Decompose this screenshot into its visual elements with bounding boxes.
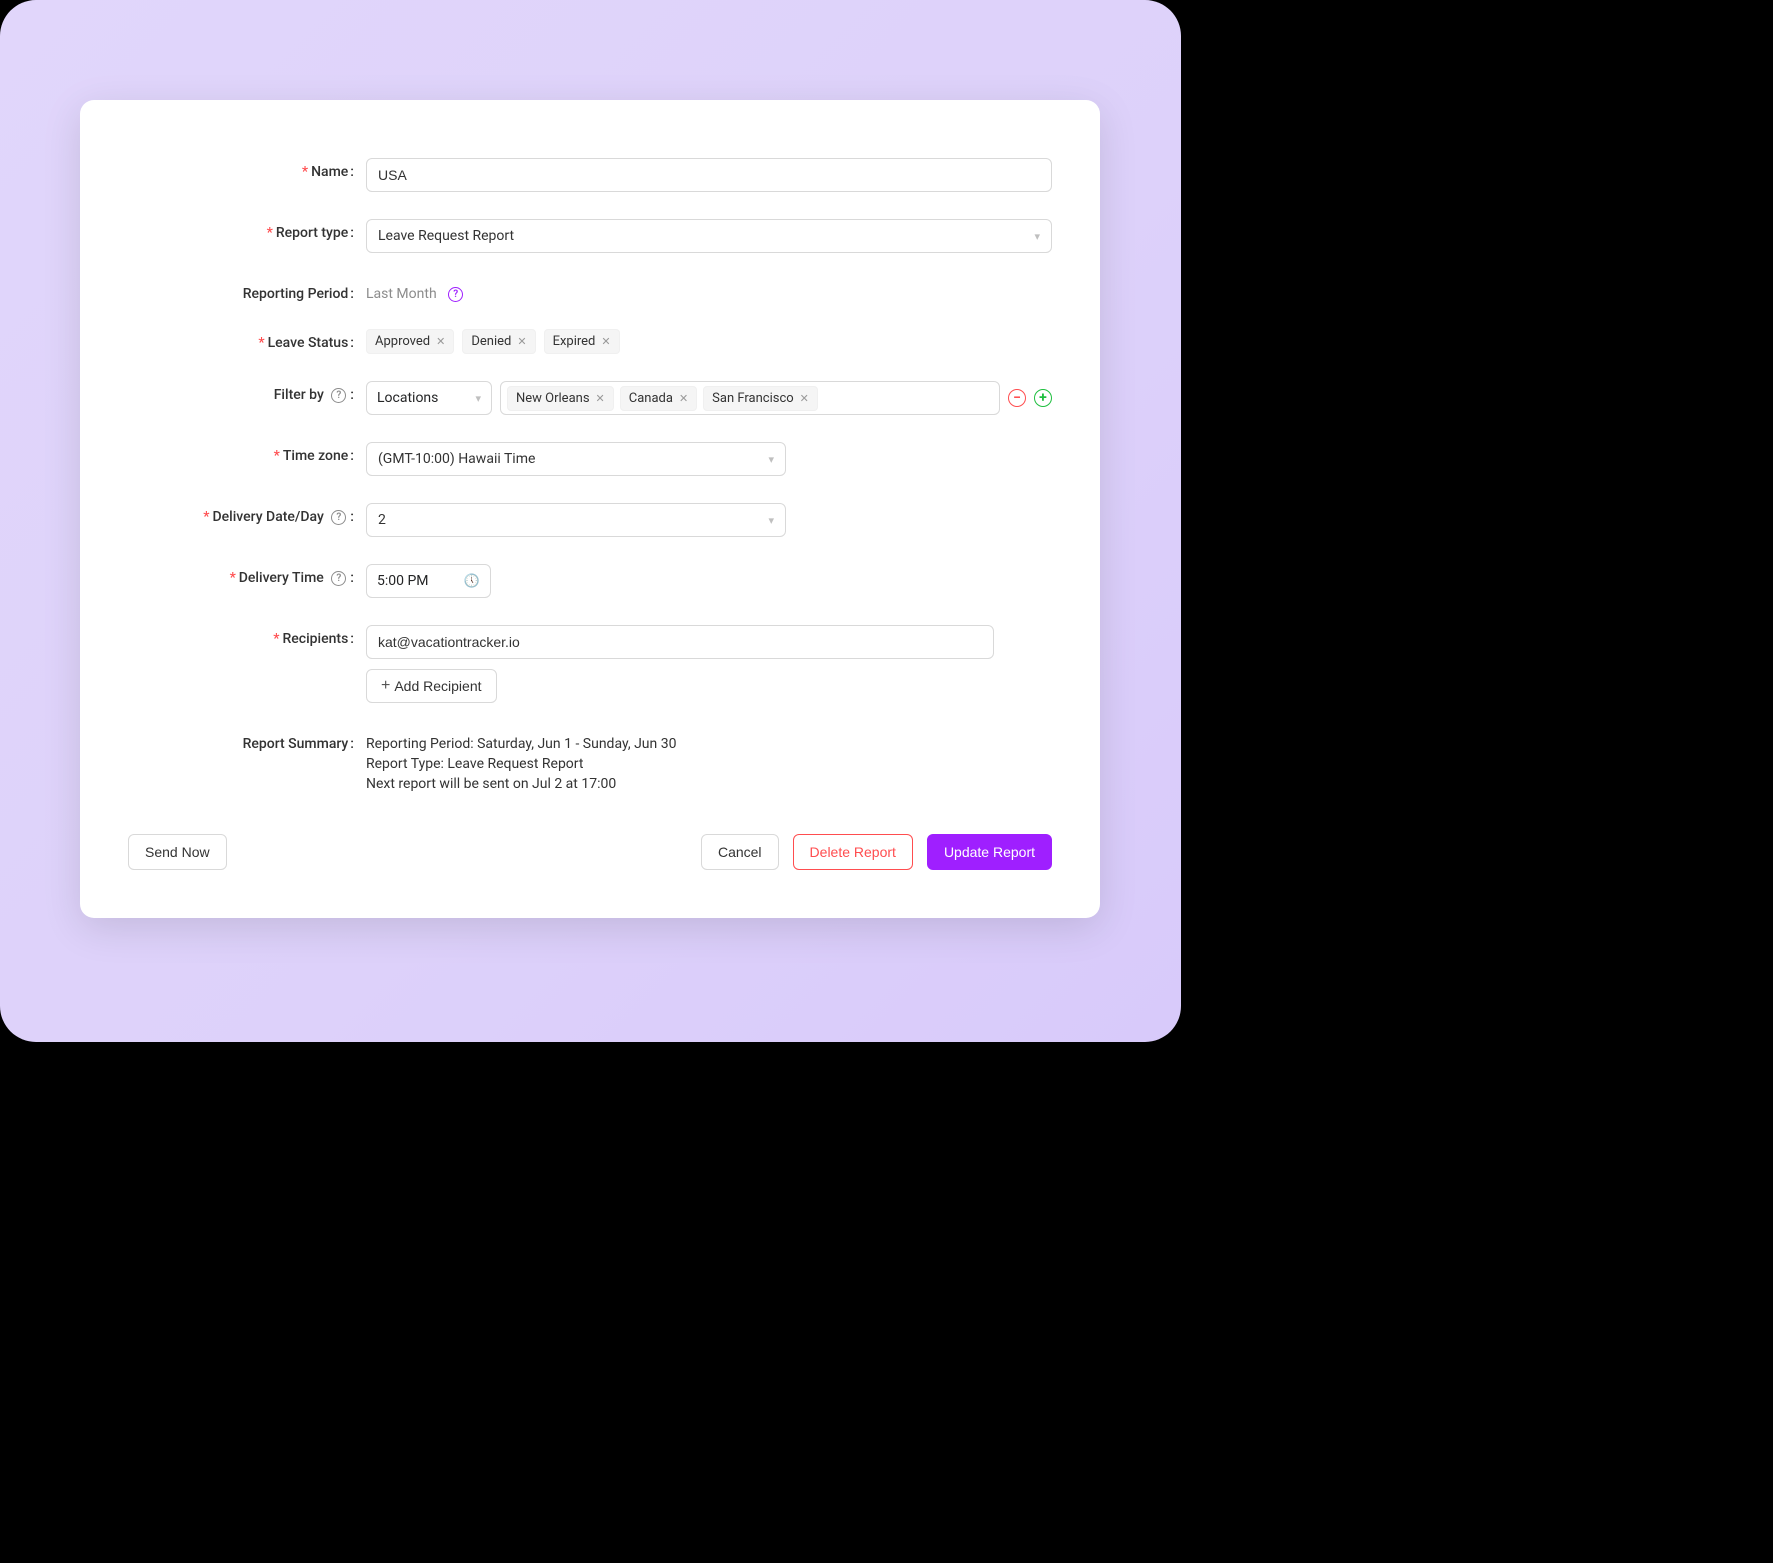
recipient-input[interactable] [366, 625, 994, 659]
close-icon[interactable]: ✕ [596, 392, 605, 405]
delivery-date-value: 2 [378, 512, 386, 528]
plus-icon: + [381, 677, 390, 695]
summary-type: Report Type: Leave Request Report [366, 756, 1052, 772]
label-reporting-period: Reporting Period: [128, 280, 366, 302]
close-icon[interactable]: ✕ [601, 335, 610, 348]
help-icon[interactable]: ? [448, 287, 463, 302]
label-time-zone: *Time zone: [128, 442, 366, 464]
row-reporting-period: Reporting Period: Last Month ? [128, 280, 1052, 302]
help-icon[interactable]: ? [331, 510, 346, 525]
row-filter-by: Filter by ?: Locations ▾ New Orleans✕ Ca… [128, 381, 1052, 415]
row-leave-status: *Leave Status: Approved✕ Denied✕ Expired… [128, 329, 1052, 354]
chevron-down-icon: ▾ [768, 514, 774, 527]
chevron-down-icon: ▾ [475, 392, 481, 405]
help-icon[interactable]: ? [331, 571, 346, 586]
summary-period: Reporting Period: Saturday, Jun 1 - Sund… [366, 736, 1052, 752]
tag-canada[interactable]: Canada✕ [620, 386, 697, 411]
page-background: *Name: *Report type: Leave Request Repor… [0, 0, 1181, 1042]
filter-type-value: Locations [377, 390, 438, 406]
close-icon[interactable]: ✕ [800, 392, 809, 405]
remove-filter-button[interactable]: − [1008, 389, 1026, 407]
required-marker: * [267, 225, 273, 241]
label-recipients: *Recipients: [128, 625, 366, 647]
label-delivery-time: *Delivery Time ?: [128, 564, 366, 586]
row-report-type: *Report type: Leave Request Report ▾ [128, 219, 1052, 253]
filter-values-multiselect[interactable]: New Orleans✕ Canada✕ San Francisco✕ [500, 381, 1000, 415]
required-marker: * [230, 570, 236, 586]
row-name: *Name: [128, 158, 1052, 192]
form-footer: Send Now Cancel Delete Report Update Rep… [128, 834, 1052, 870]
time-zone-value: (GMT-10:00) Hawaii Time [378, 451, 535, 467]
tag-approved[interactable]: Approved✕ [366, 329, 454, 354]
row-time-zone: *Time zone: (GMT-10:00) Hawaii Time ▾ [128, 442, 1052, 476]
leave-status-tags: Approved✕ Denied✕ Expired✕ [366, 329, 1052, 354]
required-marker: * [258, 335, 264, 351]
delete-report-button[interactable]: Delete Report [793, 834, 913, 870]
tag-denied[interactable]: Denied✕ [462, 329, 535, 354]
summary-next: Next report will be sent on Jul 2 at 17:… [366, 776, 1052, 792]
update-report-button[interactable]: Update Report [927, 834, 1052, 870]
label-filter-by: Filter by ?: [128, 381, 366, 403]
required-marker: * [273, 631, 279, 647]
tag-expired[interactable]: Expired✕ [544, 329, 620, 354]
cancel-button[interactable]: Cancel [701, 834, 779, 870]
close-icon[interactable]: ✕ [679, 392, 688, 405]
filter-type-select[interactable]: Locations ▾ [366, 381, 492, 415]
close-icon[interactable]: ✕ [517, 335, 526, 348]
tag-new-orleans[interactable]: New Orleans✕ [507, 386, 614, 411]
label-leave-status: *Leave Status: [128, 329, 366, 351]
help-icon[interactable]: ? [331, 388, 346, 403]
label-name: *Name: [128, 158, 366, 180]
time-zone-select[interactable]: (GMT-10:00) Hawaii Time ▾ [366, 442, 786, 476]
row-delivery-time: *Delivery Time ?: 5:00 PM 🕔 [128, 564, 1052, 598]
label-delivery-date: *Delivery Date/Day ?: [128, 503, 366, 525]
required-marker: * [203, 509, 209, 525]
tag-san-francisco[interactable]: San Francisco✕ [703, 386, 818, 411]
label-report-summary: Report Summary: [128, 730, 366, 752]
add-recipient-button[interactable]: + Add Recipient [366, 669, 497, 703]
row-report-summary: Report Summary: Reporting Period: Saturd… [128, 730, 1052, 796]
required-marker: * [274, 448, 280, 464]
clock-icon: 🕔 [464, 574, 480, 589]
add-filter-button[interactable]: + [1034, 389, 1052, 407]
report-type-select[interactable]: Leave Request Report ▾ [366, 219, 1052, 253]
required-marker: * [302, 164, 308, 180]
close-icon[interactable]: ✕ [436, 335, 445, 348]
chevron-down-icon: ▾ [1034, 230, 1040, 243]
report-form-card: *Name: *Report type: Leave Request Repor… [80, 100, 1100, 918]
row-delivery-date: *Delivery Date/Day ?: 2 ▾ [128, 503, 1052, 537]
reporting-period-value: Last Month [366, 286, 437, 302]
report-type-value: Leave Request Report [378, 228, 514, 244]
delivery-date-select[interactable]: 2 ▾ [366, 503, 786, 537]
delivery-time-input[interactable]: 5:00 PM 🕔 [366, 564, 491, 598]
label-report-type: *Report type: [128, 219, 366, 241]
delivery-time-value: 5:00 PM [377, 573, 429, 589]
name-input[interactable] [366, 158, 1052, 192]
chevron-down-icon: ▾ [768, 453, 774, 466]
send-now-button[interactable]: Send Now [128, 834, 227, 870]
row-recipients: *Recipients: + Add Recipient [128, 625, 1052, 703]
